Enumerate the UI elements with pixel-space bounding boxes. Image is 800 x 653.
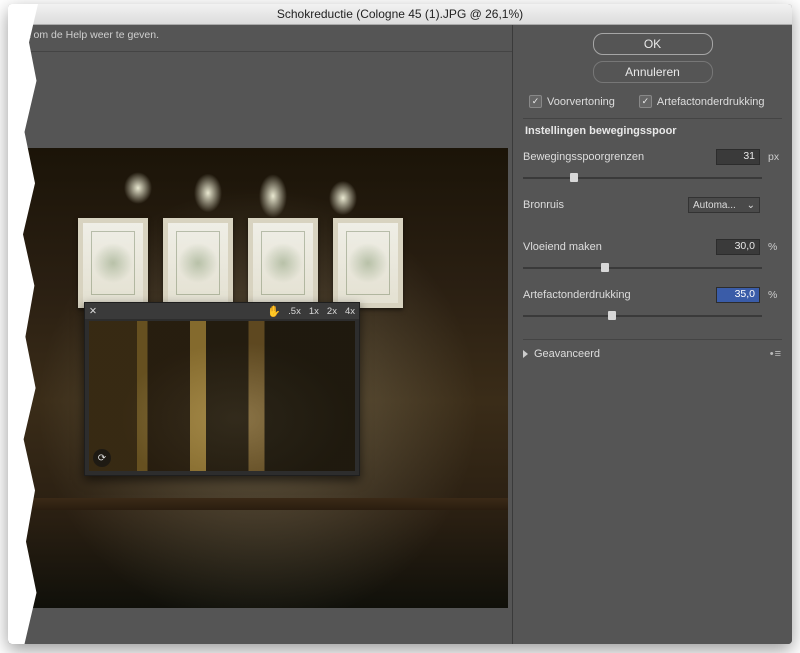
preview-pane: ent om de Help weer te geven. ✕ ✋ .5x (8, 25, 512, 644)
trace-bounds-unit: px (768, 151, 782, 163)
trace-bounds-label: Bewegingsspoorgrenzen (523, 151, 708, 163)
smoothing-unit: % (768, 241, 782, 253)
source-noise-row: Bronruis Automa... ⌄ (523, 195, 782, 215)
dialog-body: ent om de Help weer te geven. ✕ ✋ .5x (8, 25, 792, 644)
advanced-section[interactable]: Geavanceerd •≡ (523, 339, 782, 368)
slider-thumb[interactable] (608, 311, 616, 320)
photo-frame-decor (78, 218, 148, 308)
zoom-05x[interactable]: .5x (284, 306, 305, 317)
source-noise-value: Automa... (693, 200, 736, 211)
photo-frame-decor (163, 218, 233, 308)
photo-frame-decor (248, 218, 318, 308)
settings-panel: OK Annuleren ✓ Voorvertoning ✓ Artefacto… (512, 25, 792, 644)
detail-loupe[interactable]: ✕ ✋ .5x 1x 2x 4x ⟳ (84, 302, 360, 476)
checkbox-row: ✓ Voorvertoning ✓ Artefactonderdrukking (523, 89, 782, 112)
artifact-suppress-label: Artefactonderdrukking (657, 96, 765, 108)
dialog-shake-reduction: Schokreductie (Cologne 45 (1).JPG @ 26,1… (8, 4, 792, 644)
loupe-close-button[interactable]: ✕ (85, 306, 101, 317)
cancel-button[interactable]: Annuleren (593, 61, 713, 83)
chevron-down-icon: ⌄ (747, 200, 755, 211)
smoothing-input[interactable]: 30,0 (716, 239, 760, 255)
smoothing-label: Vloeiend maken (523, 241, 708, 253)
slider-thumb[interactable] (570, 173, 578, 182)
source-noise-label: Bronruis (523, 199, 680, 211)
disclosure-triangle-icon (523, 350, 528, 358)
slider-track (523, 315, 762, 317)
loupe-refresh-icon[interactable]: ⟳ (93, 449, 111, 467)
check-icon: ✓ (639, 95, 652, 108)
trace-bounds-row: Bewegingsspoorgrenzen 31 px (523, 147, 782, 167)
check-icon: ✓ (529, 95, 542, 108)
trace-bounds-slider[interactable] (523, 173, 782, 183)
slider-track (523, 267, 762, 269)
photo-frame-decor (333, 218, 403, 308)
zoom-4x[interactable]: 4x (341, 306, 359, 317)
source-noise-select[interactable]: Automa... ⌄ (688, 197, 760, 213)
smoothing-row: Vloeiend maken 30,0 % (523, 237, 782, 257)
image-canvas[interactable]: ✕ ✋ .5x 1x 2x 4x ⟳ (8, 52, 512, 644)
section-trace-settings: Instellingen bewegingsspoor (523, 118, 782, 141)
preview-checkbox-label: Voorvertoning (547, 96, 615, 108)
dialog-title: Schokreductie (Cologne 45 (1).JPG @ 26,1… (8, 4, 792, 25)
smoothing-slider[interactable] (523, 263, 782, 273)
artifact-suppress-checkbox[interactable]: ✓ Artefactonderdrukking (639, 95, 765, 108)
advanced-label: Geavanceerd (534, 348, 600, 360)
help-hint: ent om de Help weer te geven. (8, 25, 512, 52)
hand-tool-icon[interactable]: ✋ (264, 305, 284, 318)
panel-menu-icon[interactable]: •≡ (770, 348, 782, 360)
trace-bounds-input[interactable]: 31 (716, 149, 760, 165)
zoom-2x[interactable]: 2x (323, 306, 341, 317)
artifact-slider[interactable] (523, 311, 782, 321)
zoom-1x[interactable]: 1x (305, 306, 323, 317)
artifact-label: Artefactonderdrukking (523, 289, 708, 301)
spacer (523, 221, 782, 231)
loupe-toolbar: ✕ ✋ .5x 1x 2x 4x (85, 303, 359, 319)
loupe-image[interactable] (89, 321, 355, 471)
ok-button[interactable]: OK (593, 33, 713, 55)
artifact-unit: % (768, 289, 782, 301)
slider-track (523, 177, 762, 179)
preview-checkbox[interactable]: ✓ Voorvertoning (529, 95, 615, 108)
slider-thumb[interactable] (601, 263, 609, 272)
photo-shelf-decor (8, 498, 508, 510)
artifact-input[interactable]: 35,0 (716, 287, 760, 303)
artifact-row: Artefactonderdrukking 35,0 % (523, 285, 782, 305)
